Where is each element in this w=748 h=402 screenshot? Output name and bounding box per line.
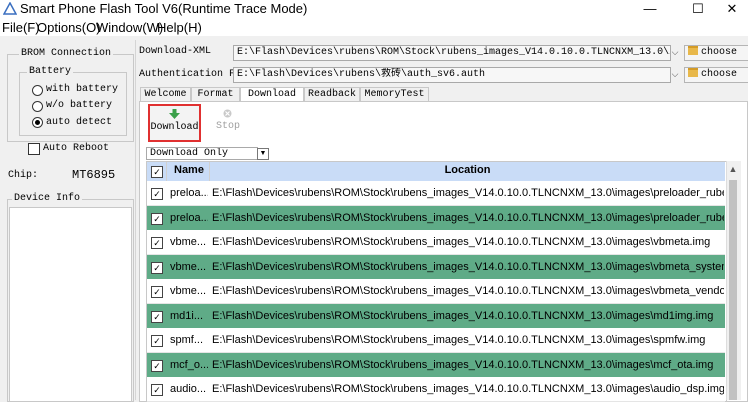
row-location: E:\Flash\Devices\rubens\ROM\Stock\rubens… (212, 261, 724, 273)
auth-file-field[interactable]: E:\Flash\Devices\rubens\救砖\auth_sv6.auth (233, 67, 671, 83)
menu-options[interactable]: Options(O) (37, 20, 101, 35)
brom-connection-title: BROM Connection (19, 48, 114, 59)
minimize-button[interactable]: — (630, 0, 670, 18)
tab-format[interactable]: Format (191, 87, 240, 102)
radio-auto-detect[interactable] (32, 117, 43, 128)
scrollbar-thumb[interactable] (729, 180, 737, 400)
menu-window[interactable]: Window(W) (96, 20, 163, 35)
scroll-up-icon[interactable]: ▲ (727, 163, 739, 175)
row-checkbox[interactable]: ✓ (151, 286, 163, 298)
row-name: vbme... (170, 236, 207, 248)
tab-memorytest[interactable]: MemoryTest (360, 87, 429, 102)
row-checkbox[interactable]: ✓ (151, 188, 163, 200)
tab-welcome[interactable]: Welcome (140, 87, 191, 102)
menu-help[interactable]: Help(H) (157, 20, 202, 35)
device-info-panel (9, 207, 132, 402)
row-name: spmf... (170, 334, 204, 346)
auth-file-choose-label: choose (701, 69, 738, 80)
radio-wo-battery-label: w/o battery (46, 100, 113, 111)
radio-with-battery-label: with battery (46, 84, 119, 95)
row-checkbox[interactable]: ✓ (151, 335, 163, 347)
download-xml-choose-label: choose (701, 47, 738, 58)
row-checkbox[interactable]: ✓ (151, 311, 163, 323)
folder-icon (688, 46, 698, 55)
row-checkbox[interactable]: ✓ (151, 262, 163, 274)
chip-label: Chip: (8, 170, 39, 181)
row-checkbox[interactable]: ✓ (151, 237, 163, 249)
row-checkbox[interactable]: ✓ (151, 360, 163, 372)
row-name: preloa... (170, 187, 208, 199)
chevron-down-icon[interactable]: ⌵ (669, 45, 681, 59)
row-name: vbme... (170, 261, 207, 273)
radio-with-battery[interactable] (32, 85, 43, 96)
download-xml-label: Download-XML (139, 46, 212, 57)
row-name: md1i... (170, 310, 204, 322)
column-header-name[interactable]: Name (174, 164, 204, 176)
row-location: E:\Flash\Devices\rubens\ROM\Stock\rubens… (212, 285, 724, 297)
close-button[interactable]: ✕ (712, 0, 748, 18)
row-location: E:\Flash\Devices\rubens\ROM\Stock\rubens… (212, 310, 714, 322)
splitter[interactable] (135, 40, 136, 400)
row-checkbox[interactable]: ✓ (151, 213, 163, 225)
row-name: mcf_o... (170, 359, 208, 371)
auth-file-choose-button[interactable]: choose (684, 67, 748, 83)
download-xml-field[interactable]: E:\Flash\Devices\rubens\ROM\Stock\rubens… (233, 45, 671, 61)
chevron-down-icon[interactable]: ▼ (257, 148, 269, 160)
battery-title: Battery (27, 66, 74, 77)
menu-file[interactable]: File(F) (2, 20, 40, 35)
stop-icon (223, 109, 232, 118)
auto-reboot-label: Auto Reboot (43, 143, 110, 154)
auto-reboot-checkbox[interactable] (28, 143, 40, 155)
download-button-label: Download (150, 122, 199, 133)
stop-button[interactable]: Stop (210, 106, 246, 136)
tab-readback[interactable]: Readback (304, 87, 360, 102)
row-location: E:\Flash\Devices\rubens\ROM\Stock\rubens… (212, 236, 711, 248)
download-button[interactable]: Download (148, 104, 201, 142)
chevron-down-icon[interactable]: ⌵ (669, 67, 681, 81)
row-location: E:\Flash\Devices\rubens\ROM\Stock\rubens… (212, 334, 706, 346)
download-mode-select[interactable]: Download Only (146, 147, 258, 160)
row-location: E:\Flash\Devices\rubens\ROM\Stock\rubens… (212, 359, 714, 371)
row-location: E:\Flash\Devices\rubens\ROM\Stock\rubens… (212, 383, 724, 395)
stop-button-label: Stop (215, 121, 240, 132)
column-header-location[interactable]: Location (210, 164, 725, 176)
select-all-checkbox[interactable]: ✓ (151, 166, 163, 178)
row-location: E:\Flash\Devices\rubens\ROM\Stock\rubens… (212, 187, 724, 199)
radio-wo-battery[interactable] (32, 101, 43, 112)
chip-value: MT6895 (72, 168, 116, 182)
row-checkbox[interactable]: ✓ (151, 384, 163, 396)
download-xml-choose-button[interactable]: choose (684, 45, 748, 61)
folder-icon (688, 68, 698, 77)
download-arrow-icon (169, 109, 180, 119)
row-location: E:\Flash\Devices\rubens\ROM\Stock\rubens… (212, 212, 724, 224)
row-name: audio... (170, 383, 207, 395)
radio-auto-detect-label: auto detect (46, 117, 113, 128)
device-info-title: Device Info (12, 193, 83, 204)
row-name: preloa... (170, 212, 208, 224)
app-icon (3, 2, 17, 15)
row-name: vbme... (170, 285, 207, 297)
window-title: Smart Phone Flash Tool V6(Runtime Trace … (20, 1, 308, 16)
